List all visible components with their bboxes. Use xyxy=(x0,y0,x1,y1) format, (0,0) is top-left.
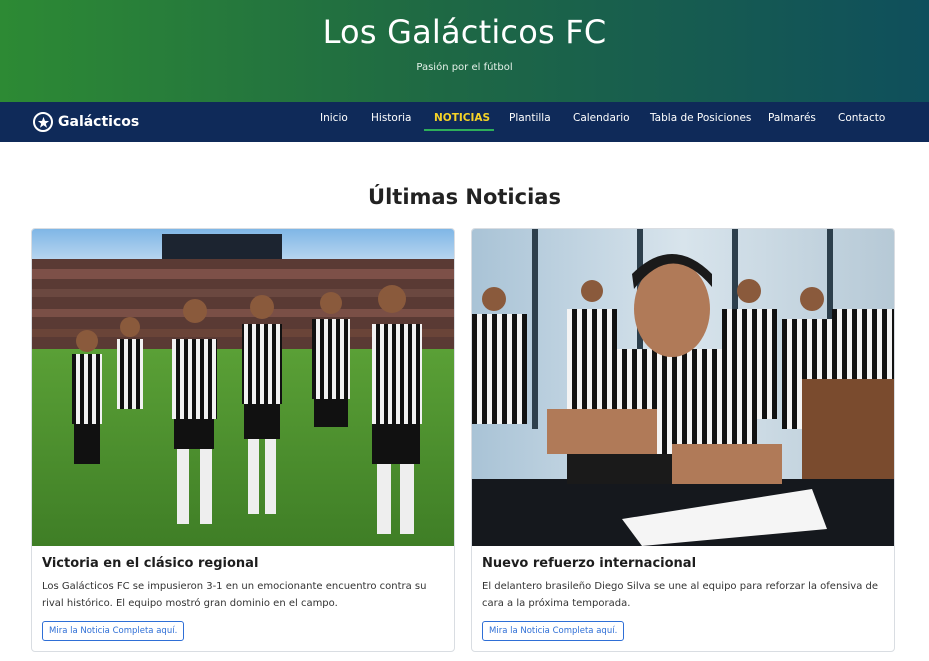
players-celebrating-photo xyxy=(32,229,454,546)
read-more-button[interactable]: Mira la Noticia Completa aquí. xyxy=(42,621,185,641)
hero-banner: Los Galácticos FC Pasión por el fútbol xyxy=(0,0,929,102)
navbar-brand[interactable]: Galácticos xyxy=(33,111,139,133)
section-title: Últimas Noticias xyxy=(368,185,561,209)
nav-item-calendario[interactable]: Calendario xyxy=(573,102,630,142)
news-card: Victoria en el clásico regional Los Galá… xyxy=(31,228,455,652)
news-card: Nuevo refuerzo internacional El delanter… xyxy=(471,228,895,652)
nav-item-plantilla[interactable]: Plantilla xyxy=(509,102,551,142)
site-title: Los Galácticos FC xyxy=(322,13,607,51)
nav-item-palmares[interactable]: Palmarés xyxy=(768,102,816,142)
news-card-text: El delantero brasileño Diego Silva se un… xyxy=(482,581,879,609)
nav-item-tabla-de-posiciones[interactable]: Tabla de Posiciones xyxy=(650,102,751,142)
site-tagline: Pasión por el fútbol xyxy=(416,62,513,73)
soccer-ball-icon xyxy=(33,112,53,132)
main-navbar: Galácticos Inicio Historia NOTICIAS Plan… xyxy=(0,102,929,142)
nav-item-noticias[interactable]: NOTICIAS xyxy=(434,102,490,142)
nav-item-historia[interactable]: Historia xyxy=(371,102,412,142)
active-nav-indicator xyxy=(424,129,494,131)
news-card-title: Nuevo refuerzo internacional xyxy=(482,556,697,571)
player-signing-contract-photo xyxy=(472,229,894,546)
nav-item-inicio[interactable]: Inicio xyxy=(320,102,348,142)
nav-item-contacto[interactable]: Contacto xyxy=(838,102,885,142)
news-card-text: Los Galácticos FC se impusieron 3-1 en u… xyxy=(42,581,427,609)
read-more-button[interactable]: Mira la Noticia Completa aquí. xyxy=(482,621,625,641)
brand-label: Galácticos xyxy=(58,114,140,130)
news-card-title: Victoria en el clásico regional xyxy=(42,556,259,571)
